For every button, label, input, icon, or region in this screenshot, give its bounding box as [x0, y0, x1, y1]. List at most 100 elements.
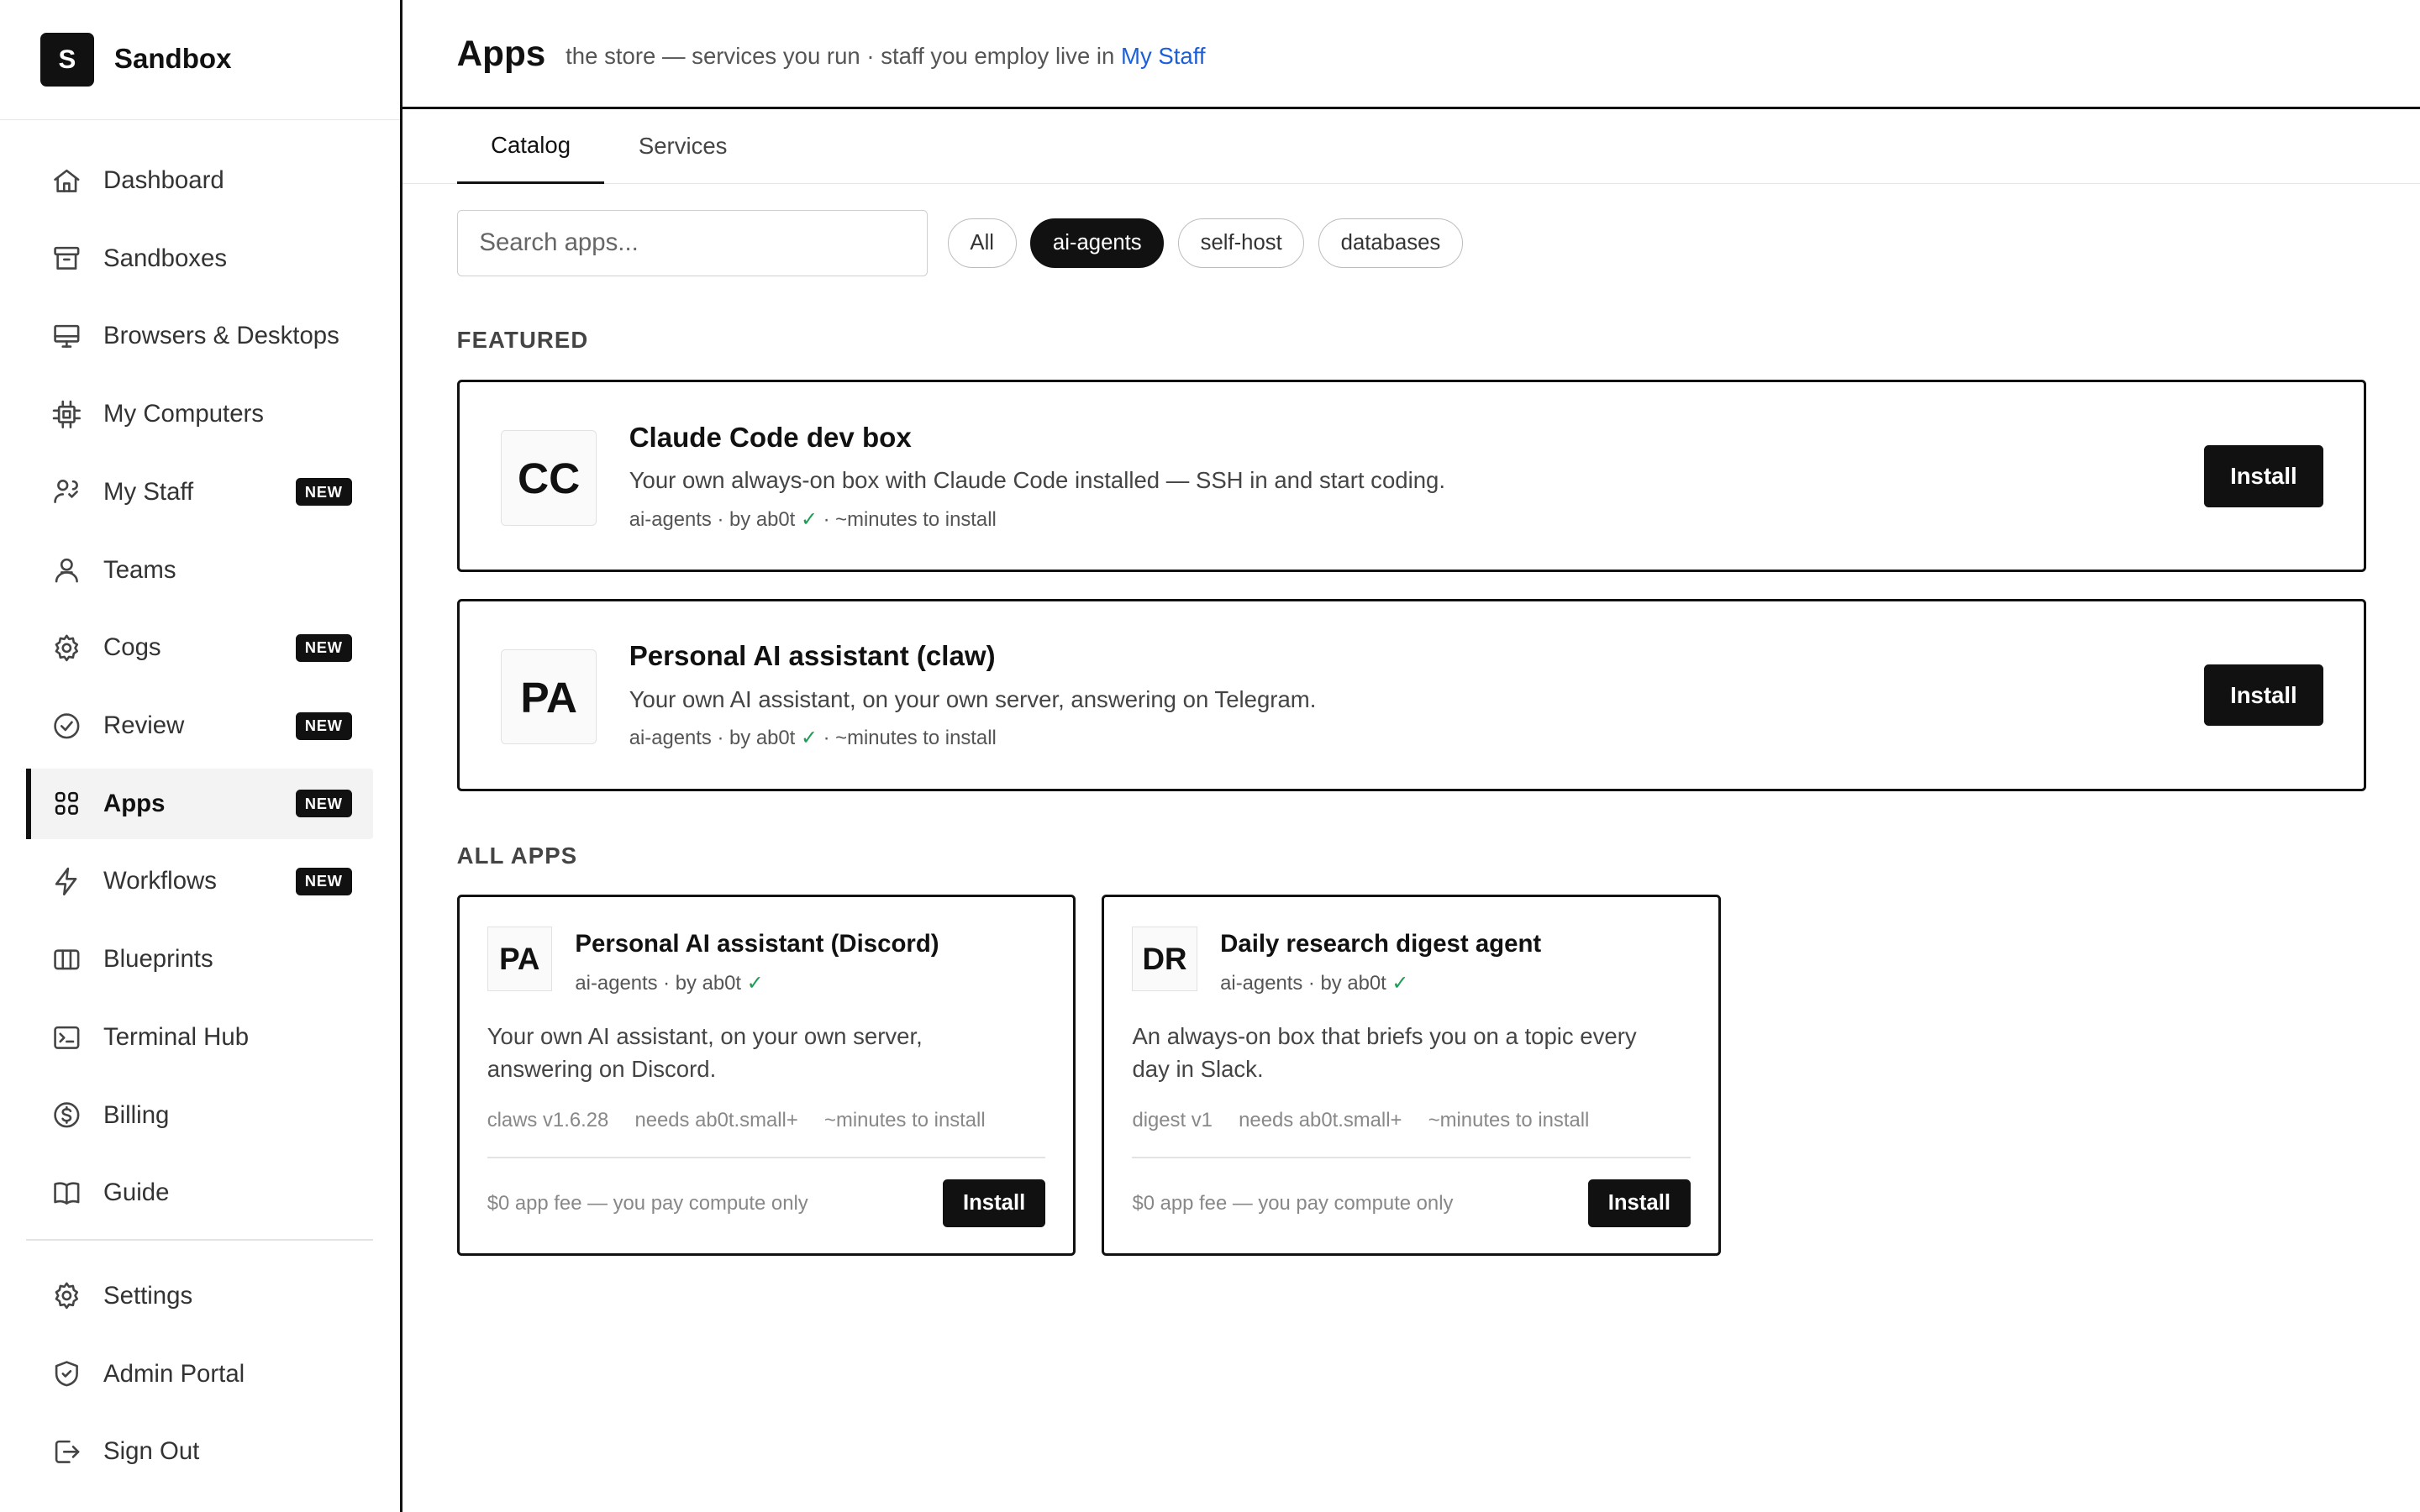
sidebar-item-sign-out[interactable]: Sign Out: [26, 1416, 373, 1487]
app-meta-text: ai-agents · by ab0t: [1220, 972, 1386, 995]
sidebar-item-label: Cogs: [103, 633, 161, 662]
app-meta: ai-agents · by ab0t ✓ · ~minutes to inst…: [629, 507, 997, 532]
gear-icon: [51, 633, 82, 664]
sidebar-item-workflows[interactable]: Workflows NEW: [26, 846, 373, 916]
sidebar-item-guide[interactable]: Guide: [26, 1158, 373, 1228]
app-description: Your own always-on box with Claude Code …: [629, 466, 1445, 493]
app-install-time: ~minutes to install: [1428, 1108, 1590, 1131]
brand[interactable]: S Sandbox: [0, 0, 401, 121]
app-fee: $0 app fee — you pay compute only: [1132, 1192, 1454, 1215]
sidebar-item-settings[interactable]: Settings: [26, 1261, 373, 1331]
sidebar-item-dashboard[interactable]: Dashboard: [26, 145, 373, 216]
install-button[interactable]: Install: [1587, 1179, 1691, 1228]
install-button[interactable]: Install: [2203, 445, 2323, 507]
app-meta-text: ai-agents · by ab0t: [629, 727, 796, 750]
page-subtitle: the store — services you run · staff you…: [566, 43, 1205, 70]
page-title: Apps: [456, 33, 546, 73]
sidebar-item-review[interactable]: Review NEW: [26, 690, 373, 761]
app-meta-text: ai-agents · by ab0t: [575, 972, 742, 995]
sidebar-item-label: Workflows: [103, 867, 217, 895]
sidebar-item-blueprints[interactable]: Blueprints: [26, 924, 373, 995]
sidebar-item-label: Blueprints: [103, 945, 213, 974]
brand-logo: S: [39, 32, 95, 87]
app-version: claws v1.6.28: [487, 1108, 609, 1131]
sidebar-item-my-staff[interactable]: My Staff NEW: [26, 457, 373, 528]
tab-catalog[interactable]: Catalog: [456, 109, 605, 184]
tab-services[interactable]: Services: [604, 109, 760, 183]
page-subtitle-text: the store — services you run · staff you…: [566, 43, 1115, 70]
monitor-icon: [51, 321, 82, 352]
main-content: Apps the store — services you run · staf…: [402, 0, 2420, 1512]
verified-check-icon: ✓: [800, 727, 818, 750]
app-requirement: needs ab0t.small+: [1239, 1108, 1402, 1131]
app-meta: ai-agents · by ab0t ✓: [575, 971, 763, 995]
card-divider: [487, 1156, 1046, 1158]
sidebar-item-teams[interactable]: Teams: [26, 534, 373, 605]
app-description: Your own AI assistant, on your own serve…: [629, 685, 1317, 712]
sidebar-item-label: Admin Portal: [103, 1359, 245, 1388]
app-requirement: needs ab0t.small+: [634, 1108, 798, 1131]
sidebar-item-label: Review: [103, 711, 185, 740]
app-install-time: · ~minutes to install: [823, 727, 997, 750]
app-title: Personal AI assistant (claw): [629, 641, 996, 673]
featured-heading: FEATURED: [456, 327, 589, 354]
app-specs: digest v1 needs ab0t.small+ ~minutes to …: [1132, 1109, 1615, 1132]
filter-bar: All ai-agents self-host databases: [456, 209, 1463, 276]
sidebar-item-admin-portal[interactable]: Admin Portal: [26, 1338, 373, 1409]
sidebar-item-apps[interactable]: Apps NEW: [26, 768, 374, 839]
app-version: digest v1: [1132, 1108, 1213, 1131]
sign-out-icon: [51, 1436, 82, 1467]
sidebar-divider: [26, 1238, 374, 1241]
sidebar-bottom-nav: Settings Admin Portal Sign Out: [26, 1261, 373, 1494]
my-staff-link[interactable]: My Staff: [1121, 43, 1206, 69]
featured-app-card[interactable]: CC Claude Code dev box Your own always-o…: [456, 379, 2366, 573]
app-meta: ai-agents · by ab0t ✓: [1220, 971, 1408, 995]
sidebar-item-label: Dashboard: [103, 165, 224, 194]
columns-icon: [51, 944, 82, 975]
sidebar-item-label: Terminal Hub: [103, 1022, 250, 1051]
app-description: Your own AI assistant, on your own serve…: [487, 1023, 923, 1082]
app-monogram: PA: [501, 648, 597, 745]
app-meta: ai-agents · by ab0t ✓ · ~minutes to inst…: [629, 726, 997, 750]
sidebar-item-label: Guide: [103, 1179, 170, 1207]
all-apps-heading: ALL APPS: [456, 842, 578, 869]
sidebar-item-label: Apps: [103, 789, 166, 817]
filter-chip-databases[interactable]: databases: [1318, 218, 1463, 268]
card-divider: [1132, 1156, 1691, 1158]
archive-icon: [51, 243, 82, 274]
app-fee: $0 app fee — you pay compute only: [487, 1192, 808, 1215]
search-input[interactable]: [456, 209, 928, 276]
app-card[interactable]: DR Daily research digest agent ai-agents…: [1102, 895, 1721, 1257]
sidebar-item-label: Browsers & Desktops: [103, 322, 339, 350]
app-title: Daily research digest agent: [1220, 929, 1542, 958]
new-badge: NEW: [295, 478, 352, 507]
book-icon: [51, 1178, 82, 1209]
shield-icon: [51, 1358, 82, 1389]
page-header: Apps the store — services you run · staf…: [402, 0, 2420, 110]
filter-chip-self-host[interactable]: self-host: [1177, 218, 1305, 268]
app-install-time: · ~minutes to install: [823, 507, 997, 531]
filter-chip-ai-agents[interactable]: ai-agents: [1030, 218, 1165, 268]
sidebar-item-billing[interactable]: Billing: [26, 1079, 373, 1150]
brand-name: Sandbox: [113, 44, 232, 76]
sidebar-item-my-computers[interactable]: My Computers: [26, 379, 373, 449]
sidebar-nav: Dashboard Sandboxes Browsers & Desktops …: [26, 145, 374, 1236]
filter-chip-all[interactable]: All: [947, 218, 1017, 268]
app-specs: claws v1.6.28 needs ab0t.small+ ~minutes…: [487, 1109, 1012, 1132]
install-button[interactable]: Install: [943, 1179, 1046, 1228]
app-monogram: DR: [1132, 927, 1197, 992]
cpu-icon: [51, 399, 82, 430]
install-button[interactable]: Install: [2203, 664, 2323, 727]
featured-app-card[interactable]: PA Personal AI assistant (claw) Your own…: [456, 598, 2366, 792]
app-meta-text: ai-agents · by ab0t: [629, 507, 796, 531]
app-install-time: ~minutes to install: [824, 1108, 986, 1131]
sidebar-item-cogs[interactable]: Cogs NEW: [26, 612, 373, 683]
verified-check-icon: ✓: [1392, 972, 1409, 995]
sidebar-item-label: Sign Out: [103, 1437, 200, 1466]
app-monogram: PA: [487, 927, 552, 992]
app-card[interactable]: PA Personal AI assistant (Discord) ai-ag…: [456, 895, 1076, 1257]
sidebar-item-sandboxes[interactable]: Sandboxes: [26, 223, 373, 293]
sidebar-item-browsers-desktops[interactable]: Browsers & Desktops: [26, 301, 373, 371]
sidebar-item-terminal-hub[interactable]: Terminal Hub: [26, 1002, 373, 1073]
verified-check-icon: ✓: [746, 972, 764, 995]
